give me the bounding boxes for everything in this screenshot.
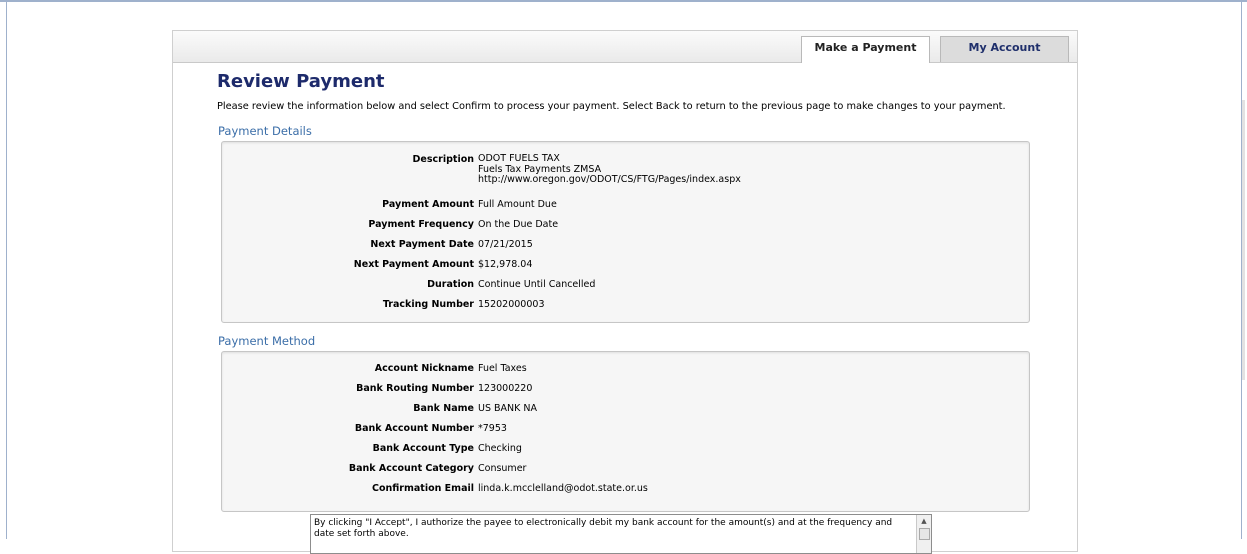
next-payment-amount-value: $12,978.04: [478, 259, 533, 270]
scroll-up-arrow-icon[interactable]: ▲: [919, 517, 929, 526]
description-value: ODOT FUELS TAX Fuels Tax Payments ZMSA h…: [478, 153, 741, 186]
payment-frequency-value: On the Due Date: [478, 219, 559, 230]
tracking-number-label: Tracking Number: [382, 299, 474, 310]
duration-label: Duration: [427, 279, 474, 290]
routing-number-label: Bank Routing Number: [356, 383, 474, 394]
bank-name-label: Bank Name: [413, 403, 474, 414]
account-nickname-value: Fuel Taxes: [478, 363, 527, 374]
account-type-value: Checking: [478, 443, 522, 454]
scroll-thumb[interactable]: [919, 528, 930, 540]
page-instructions: Please review the information below and …: [217, 101, 1006, 112]
account-number-label: Bank Account Number: [354, 423, 474, 434]
payment-panel: Make a Payment My Account Review Payment…: [172, 30, 1078, 554]
payment-details-box: Description ODOT FUELS TAX Fuels Tax Pay…: [221, 141, 1030, 323]
next-payment-date-value: 07/21/2015: [478, 239, 533, 250]
account-category-value: Consumer: [478, 463, 527, 474]
payment-frequency-label: Payment Frequency: [368, 219, 474, 230]
payment-details-heading: Payment Details: [218, 124, 312, 138]
tab-make-a-payment[interactable]: Make a Payment: [801, 36, 930, 63]
page-scrollbar[interactable]: [1242, 100, 1245, 380]
window-top-border: [0, 0, 1247, 2]
account-nickname-label: Account Nickname: [374, 363, 474, 374]
routing-number-value: 123000220: [478, 383, 533, 394]
next-payment-date-label: Next Payment Date: [370, 239, 474, 250]
payment-method-heading: Payment Method: [218, 334, 316, 348]
bank-name-value: US BANK NA: [478, 403, 537, 414]
payment-amount-value: Full Amount Due: [478, 199, 557, 210]
authorization-scrollbar[interactable]: ▲: [916, 515, 931, 553]
description-line-3: http://www.oregon.gov/ODOT/CS/FTG/Pages/…: [478, 174, 741, 185]
payment-method-box: Account Nickname Fuel Taxes Bank Routing…: [221, 351, 1030, 512]
account-type-label: Bank Account Type: [372, 443, 474, 454]
authorization-text: By clicking "I Accept", I authorize the …: [314, 518, 893, 539]
tracking-number-value: 15202000003: [478, 299, 545, 310]
next-payment-amount-label: Next Payment Amount: [353, 259, 474, 270]
tab-my-account[interactable]: My Account: [940, 36, 1069, 62]
window-left-border: [6, 0, 7, 539]
account-number-value: *7953: [478, 423, 507, 434]
description-label: Description: [412, 154, 474, 165]
duration-value: Continue Until Cancelled: [478, 279, 596, 290]
account-category-label: Bank Account Category: [348, 463, 474, 474]
payment-amount-label: Payment Amount: [382, 199, 474, 210]
confirmation-email-value: linda.k.mcclelland@odot.state.or.us: [478, 483, 648, 494]
page-title: Review Payment: [217, 71, 385, 92]
tab-bar: Make a Payment My Account: [173, 31, 1077, 63]
authorization-textarea[interactable]: By clicking "I Accept", I authorize the …: [310, 514, 932, 554]
confirmation-email-label: Confirmation Email: [371, 483, 474, 494]
description-line-1: ODOT FUELS TAX: [478, 153, 560, 164]
